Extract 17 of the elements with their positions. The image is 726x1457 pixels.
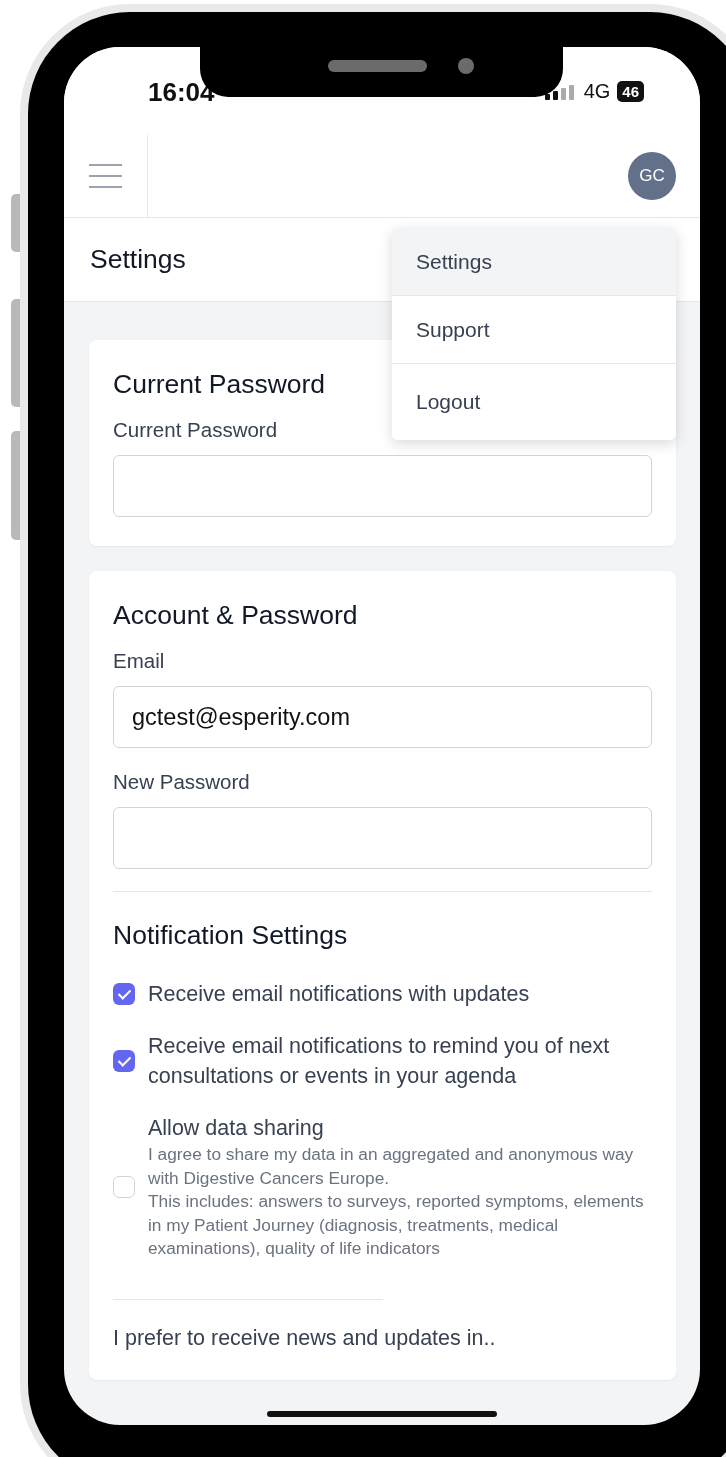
option-description: This includes: answers to surveys, reported symptoms, elements in my Patient Journey (diagnosis, treatments, medical examinations), quality of life indicators — [148, 1190, 645, 1260]
menu-item[interactable]: Logout — [392, 364, 676, 440]
battery-level: 46 — [617, 81, 644, 102]
menu-item[interactable]: Settings — [392, 228, 676, 296]
section-title: Notification Settings — [113, 920, 349, 951]
option-label: Receive email notifications to remind you of next consultations or events in your agenda — [148, 1033, 611, 1090]
option-label: Allow data sharing — [148, 1115, 325, 1142]
field-label: Current Password — [113, 418, 279, 442]
user-avatar[interactable]: GC — [628, 152, 676, 200]
preference-prompt: I prefer to receive news and updates in.. — [113, 1325, 497, 1351]
card-title: Account & Password — [113, 600, 359, 631]
field-label: Email — [113, 649, 166, 673]
network-label: 4G — [583, 80, 611, 103]
card-title: Current Password — [113, 369, 327, 400]
option-description: I agree to share my data in an aggregated and anonymous way with Digestive Cancers Europe. — [148, 1143, 635, 1190]
option-label: Receive email notifications with updates — [148, 981, 530, 1008]
field-label: New Password — [113, 770, 251, 794]
